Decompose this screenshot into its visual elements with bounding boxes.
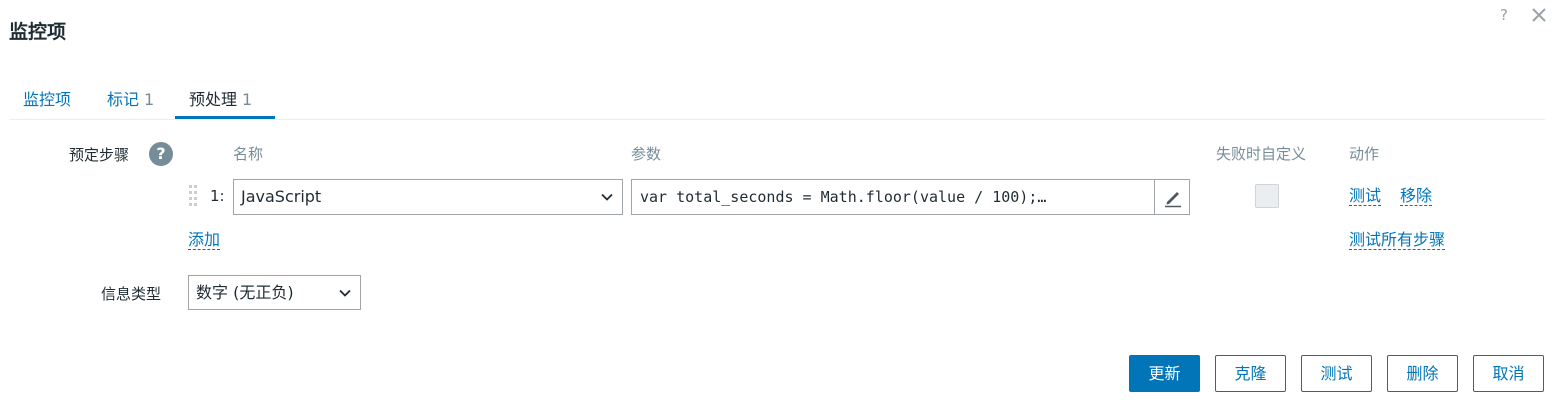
column-header-custom-on-fail: 失败时自定义 (1216, 145, 1307, 163)
column-header-params: 参数 (631, 145, 662, 163)
help-button[interactable]: ? (1500, 6, 1508, 24)
column-header-name: 名称 (233, 145, 264, 163)
info-type-label: 信息类型 (101, 285, 162, 303)
step-param-value: var total_seconds = Math.floor(value / 1… (640, 188, 1047, 206)
step-number: 1: (210, 187, 225, 205)
tab-item[interactable]: 监控项 (23, 86, 71, 110)
delete-button[interactable]: 删除 (1387, 355, 1458, 392)
preprocessing-steps-label: 预定步骤 (69, 146, 130, 164)
info-type-select[interactable]: 数字 (无正负) (188, 275, 361, 310)
step-test-link[interactable]: 测试 (1349, 186, 1382, 206)
tab-tags[interactable]: 标记 1 (107, 86, 154, 110)
clone-button[interactable]: 克隆 (1215, 355, 1286, 392)
drag-handle[interactable] (187, 183, 199, 211)
dialog-title: 监控项 (9, 21, 67, 43)
step-remove-link[interactable]: 移除 (1400, 186, 1433, 206)
pencil-icon (1165, 192, 1181, 208)
step-type-select[interactable]: JavaScript (233, 179, 623, 215)
tab-preprocessing[interactable]: 预处理 1 (189, 86, 252, 110)
test-button[interactable]: 测试 (1301, 355, 1372, 392)
chevron-down-icon (339, 289, 351, 297)
tab-active-underline (175, 116, 275, 119)
close-button[interactable] (1530, 6, 1548, 24)
tab-tags-label: 标记 (107, 90, 140, 109)
edit-script-button[interactable] (1154, 180, 1189, 214)
tab-tags-count: 1 (144, 90, 155, 109)
step-type-value: JavaScript (241, 187, 322, 206)
custom-on-fail-checkbox[interactable] (1255, 184, 1279, 208)
column-header-actions: 动作 (1349, 145, 1380, 163)
cancel-button[interactable]: 取消 (1473, 355, 1544, 392)
close-icon (1532, 8, 1546, 22)
tab-preprocessing-label: 预处理 (189, 90, 238, 109)
help-badge[interactable]: ? (149, 142, 173, 166)
test-all-steps-link[interactable]: 测试所有步骤 (1349, 230, 1446, 250)
step-param-input[interactable]: var total_seconds = Math.floor(value / 1… (631, 179, 1190, 215)
tab-bar: 监控项 标记 1 预处理 1 (9, 78, 1545, 120)
chevron-down-icon (601, 193, 613, 201)
tab-item-label: 监控项 (23, 90, 72, 109)
update-button[interactable]: 更新 (1129, 355, 1200, 392)
tab-preprocessing-count: 1 (242, 90, 253, 109)
info-type-value: 数字 (无正负) (196, 283, 294, 302)
add-step-link[interactable]: 添加 (188, 230, 221, 250)
